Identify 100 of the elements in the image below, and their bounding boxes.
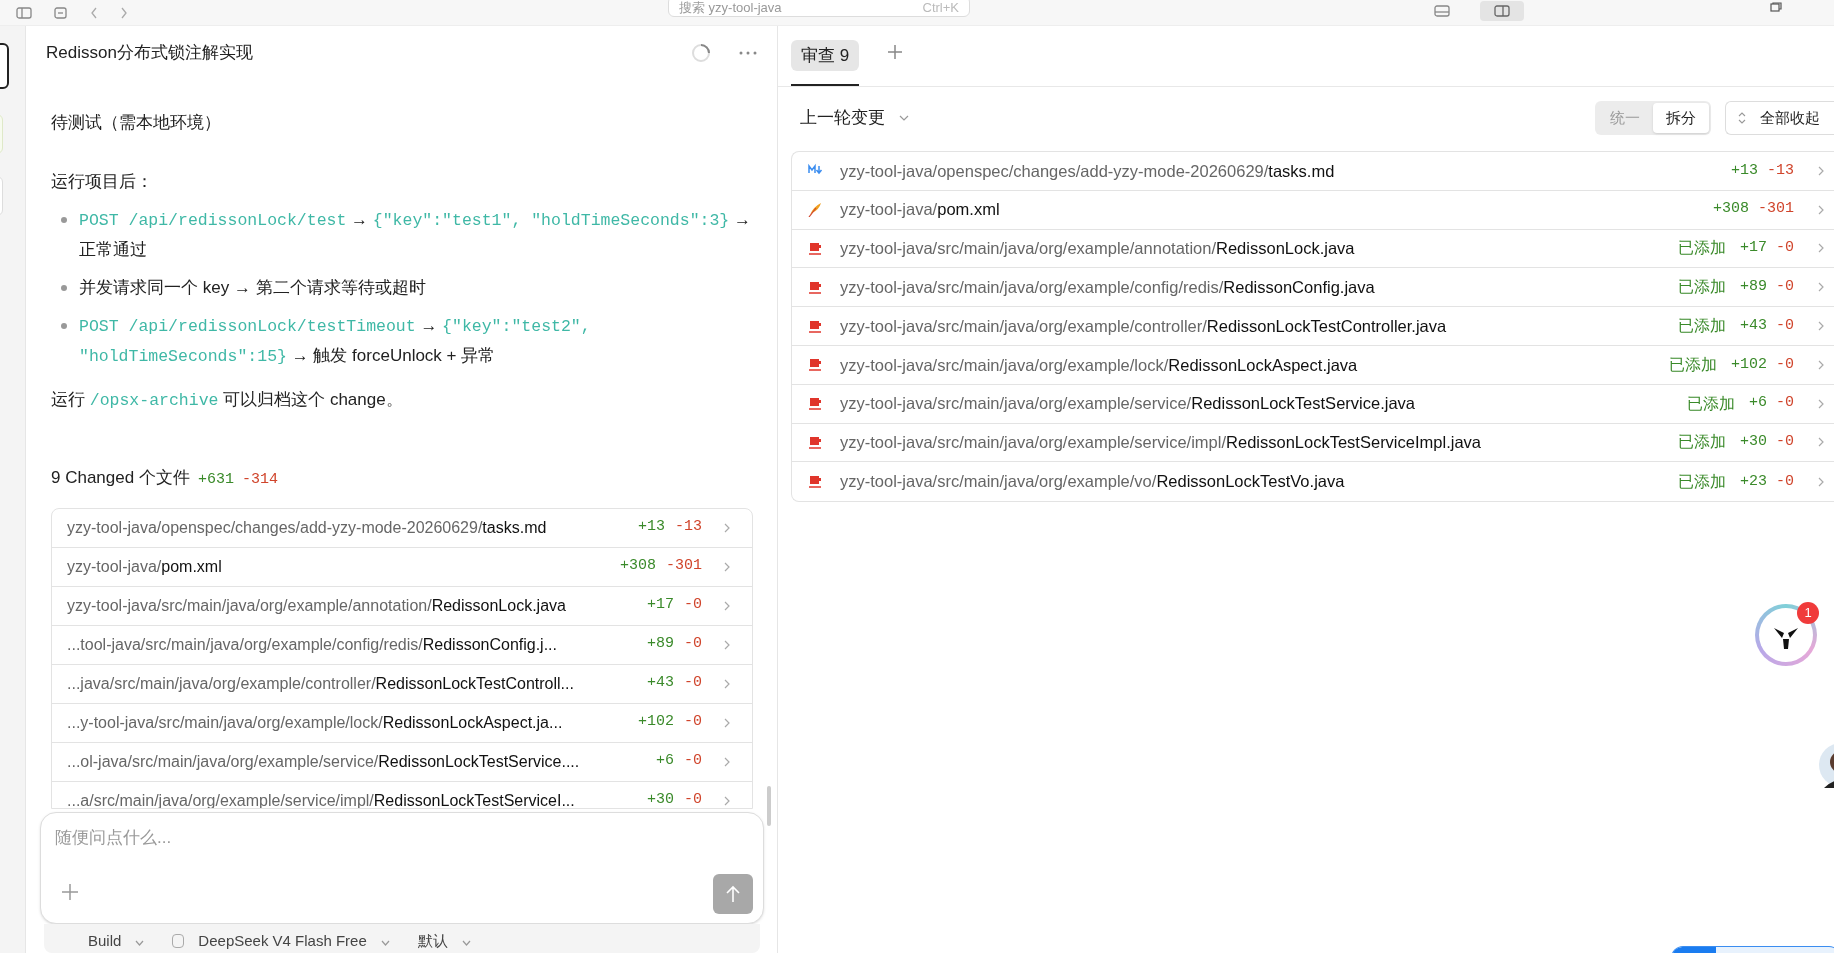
file-row[interactable]: ...ol-java/src/main/java/org/example/service/RedissonLockTestService.... +6 -0	[52, 742, 752, 782]
removed-count: -0	[684, 634, 702, 655]
status-label: 已添加	[1677, 432, 1726, 453]
file-row[interactable]: yzy-tool-java/src/main/java/org/example/controller/RedissonLockTestController.java 已添加 +43 -0	[792, 307, 1834, 346]
removed-count: -301	[666, 556, 702, 577]
chevron-icon	[724, 561, 730, 572]
chevron-icon	[1818, 243, 1824, 254]
added-count: +30	[646, 790, 674, 808]
file-path: yzy-tool-java/src/main/java/org/example/annotation/RedissonLock.java	[840, 238, 1355, 260]
chevron-icon	[724, 639, 730, 650]
removed-count: -0	[1776, 315, 1794, 336]
removed-count: -301	[1758, 199, 1794, 220]
file-row[interactable]: yzy-tool-java/src/main/java/org/example/annotation/RedissonLock.java +17 -0	[52, 586, 752, 626]
chevron-icon	[724, 600, 730, 611]
caret-icon	[135, 940, 145, 946]
removed-count: -0	[684, 712, 702, 733]
collapse-all-button[interactable]: 全部收起	[1725, 101, 1834, 135]
cup-icon	[808, 434, 823, 450]
file-row[interactable]: yzy-tool-java/src/main/java/org/example/vo/RedissonLockTestVo.java 已添加 +23 -0	[792, 462, 1834, 502]
removed-count: -0	[684, 751, 702, 772]
chevron-icon	[1818, 476, 1824, 487]
cup-icon	[808, 318, 823, 334]
added-count: +102	[1730, 354, 1767, 375]
file-row[interactable]: yzy-tool-java/pom.xml +308 -301	[792, 190, 1834, 230]
cup-icon	[808, 396, 823, 412]
file-row[interactable]: ...y-tool-java/src/main/java/org/example/lock/RedissonLockAspect.ja... +102 -0	[52, 703, 752, 743]
avatar-icon[interactable]	[1818, 742, 1834, 788]
status-label: 已添加	[1677, 316, 1726, 337]
chevron-icon	[724, 756, 730, 767]
file-row[interactable]: yzy-tool-java/src/main/java/org/example/service/RedissonLockTestService.java 已添加 +6 -0	[792, 384, 1834, 424]
file-row[interactable]: yzy-tool-java/openspec/changes/add-yzy-mode-20260629/tasks.md +13 -13	[792, 152, 1834, 191]
panel-icon[interactable]	[1434, 5, 1450, 17]
chevron-icon	[724, 795, 730, 806]
file-row[interactable]: yzy-tool-java/src/main/java/org/example/lock/RedissonLockAspect.java 已添加 +102 -0	[792, 346, 1834, 385]
chevron-icon	[724, 717, 730, 728]
send-button[interactable]	[713, 874, 753, 914]
changed-files-summary: 9 Changed 个文件	[51, 467, 190, 489]
arrow-up-icon	[726, 885, 740, 903]
file-row[interactable]: ...tool-java/src/main/java/org/example/config/redis/RedissonConfig.j... +89 -0	[52, 625, 752, 665]
list-item-text: 并发请求同一个 key → 第二个请求等待或超时	[79, 277, 427, 299]
file-path: yzy-tool-java/src/main/java/org/example/controller/RedissonLockTestController.java	[840, 315, 1447, 337]
file-row[interactable]: ...java/src/main/java/org/example/controller/RedissonLockTestControll... +43 -0	[52, 664, 752, 704]
split-layout-icon	[1494, 5, 1510, 17]
status-label: 已添加	[1686, 393, 1735, 414]
chevron-icon	[1818, 282, 1824, 293]
option-selector[interactable]: DeepSeek V4 Flash Free	[198, 932, 367, 949]
removed-count: -0	[1776, 393, 1794, 414]
chevron-icon	[1818, 321, 1824, 332]
added-count: +30	[1739, 432, 1767, 453]
removed-count: -0	[1776, 238, 1794, 259]
file-row[interactable]: yzy-tool-java/src/main/java/org/example/annotation/RedissonLock.java 已添加 +17 -0	[792, 229, 1834, 269]
file-path: yzy-tool-java/src/main/java/org/example/service/impl/RedissonLockTestServiceImpl.java	[840, 432, 1481, 454]
file-path: yzy-tool-java/openspec/changes/add-yzy-mode-20260629/tasks.md	[67, 517, 547, 538]
file-path: yzy-tool-java/src/main/java/org/example/annotation/RedissonLock.java	[67, 595, 566, 616]
layout-button[interactable]	[1480, 1, 1524, 21]
notification-badge: 1	[1797, 602, 1819, 624]
removed-count: -13	[675, 517, 702, 538]
message-paragraph: 待测试（需本地环境）	[51, 112, 222, 134]
removed-count: -13	[1767, 160, 1794, 181]
sidebar-toggle-icon[interactable]	[16, 6, 32, 19]
list-item-text: POST /api/redissonLock/testTimeout → {"key":"test2", "holdTimeSeconds":15} → 触发 forceUnlock + 异常	[79, 315, 592, 368]
removed-count: -0	[1776, 471, 1794, 492]
message-paragraph: 运行 /opsx-archive 可以归档这个 change。	[51, 389, 404, 412]
message-input-box[interactable]: 随便问点什么...	[40, 812, 764, 924]
file-row[interactable]: yzy-tool-java/src/main/java/org/example/service/impl/RedissonLockTestServiceImpl.java 已添加 +30 -0	[792, 423, 1834, 463]
add-tab-icon[interactable]	[887, 44, 904, 60]
file-path: yzy-tool-java/pom.xml	[67, 556, 222, 577]
caret-icon	[380, 940, 390, 946]
message-paragraph: 运行项目后：	[51, 171, 154, 193]
status-label: 已添加	[1677, 277, 1726, 298]
restore-window-icon[interactable]	[1770, 2, 1782, 12]
forward-icon[interactable]	[120, 6, 128, 19]
file-row[interactable]: yzy-tool-java/openspec/changes/add-yzy-mode-20260629/tasks.md +13 -13	[52, 508, 752, 548]
add-icon[interactable]	[61, 883, 79, 901]
chevron-icon	[724, 678, 730, 689]
removed-count: -0	[684, 595, 702, 616]
loading-spinner-icon	[691, 43, 711, 63]
assistant-button[interactable]: 1	[1755, 604, 1817, 666]
removed-count: -314	[241, 470, 278, 490]
more-icon[interactable]	[739, 51, 757, 55]
view-mode-tab[interactable]: 拆分	[1653, 103, 1709, 133]
chevron-icon	[724, 522, 730, 533]
removed-count: -0	[684, 790, 702, 808]
file-path: ...y-tool-java/src/main/java/org/example/lock/RedissonLockAspect.ja...	[67, 712, 563, 733]
file-row[interactable]: yzy-tool-java/pom.xml +308 -301	[52, 547, 752, 587]
option-selector[interactable]: Build	[88, 932, 122, 949]
option-selector[interactable]: 默认	[417, 932, 448, 949]
removed-count: -0	[1776, 432, 1794, 453]
caret-icon	[899, 115, 909, 121]
message-input[interactable]: 随便问点什么...	[55, 825, 715, 865]
new-file-icon[interactable]	[54, 6, 68, 19]
removed-count: -0	[684, 673, 702, 694]
file-path: yzy-tool-java/src/main/java/org/example/config/redis/RedissonConfig.java	[840, 276, 1375, 298]
file-path: yzy-tool-java/src/main/java/org/example/service/RedissonLockTestService.java	[840, 393, 1415, 415]
back-icon[interactable]	[90, 6, 98, 19]
added-count: +17	[646, 595, 674, 616]
file-row[interactable]: yzy-tool-java/src/main/java/org/example/config/redis/RedissonConfig.java 已添加 +89 -0	[792, 268, 1834, 308]
scrollbar-thumb[interactable]	[767, 786, 771, 826]
file-path: yzy-tool-java/pom.xml	[840, 199, 1000, 221]
filter-dropdown[interactable]: 上一轮变更	[800, 105, 909, 131]
